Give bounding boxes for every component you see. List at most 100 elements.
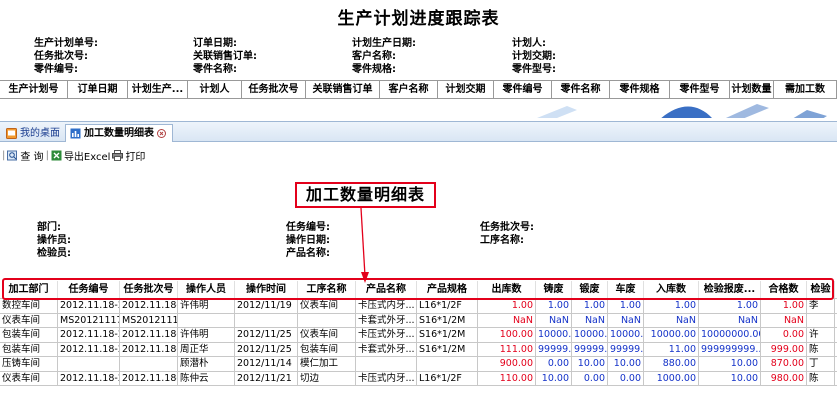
report-col-header[interactable]: 生产计划号 [0, 81, 68, 99]
table-cell: MS20121117... [58, 313, 120, 327]
report-col-header[interactable]: 订单日期 [68, 81, 128, 99]
tab-processing-detail[interactable]: 加工数量明细表 [65, 124, 173, 142]
part-no-label: 零件编号: [34, 64, 78, 75]
detail-col-header[interactable]: 任务批次号 [120, 281, 178, 298]
report-col-header[interactable]: 零件规格 [610, 81, 670, 99]
table-cell: 1.00 [761, 299, 807, 313]
detail-col-header[interactable]: 产品规格 [417, 281, 478, 298]
chart-icon [70, 128, 81, 139]
detail-col-header[interactable]: 出库数 [478, 281, 536, 298]
table-cell: 1.00 [536, 299, 572, 313]
table-cell [417, 357, 478, 371]
table-cell: 880.00 [644, 357, 699, 371]
table-cell: 100.00 [478, 328, 536, 342]
close-icon[interactable] [157, 129, 166, 138]
detail-col-header[interactable]: 车废 [608, 281, 644, 298]
tab-label: 我的桌面 [20, 127, 60, 139]
detail-col-header[interactable]: 检验 [807, 281, 835, 298]
report-col-header[interactable]: 零件型号 [670, 81, 730, 99]
table-cell: 2012/11/21 [235, 371, 298, 385]
table-cell: 99999... [574, 342, 608, 356]
dept-label: 部门: [37, 222, 61, 233]
table-cell: 周正华 [178, 342, 235, 356]
query-button[interactable]: 查 询 [7, 148, 44, 163]
table-row[interactable]: 数控车间2012.11.18-202012.11.18-2...许伟明2012/… [0, 299, 837, 314]
report-col-header[interactable]: 计划交期 [438, 81, 494, 99]
export-excel-button[interactable]: 导出Excel [51, 148, 111, 163]
table-cell: 2012/11/14 [235, 357, 298, 371]
table-cell: 0.00 [536, 357, 572, 371]
export-label: 导出Excel [63, 151, 111, 163]
table-cell: 卡压式内牙... [356, 299, 417, 313]
detail-col-header[interactable]: 任务编号 [58, 281, 120, 298]
print-button[interactable]: 打印 [112, 148, 145, 163]
table-cell: 数控车间 [0, 299, 58, 313]
table-cell: 980.00 [761, 371, 807, 385]
process-name-label: 工序名称: [480, 235, 524, 246]
annotation-arrow [360, 207, 369, 283]
report-col-header[interactable]: 计划数量 [730, 81, 774, 99]
report-col-header[interactable]: 零件编号 [494, 81, 552, 99]
query-label: 查 询 [20, 151, 44, 163]
table-cell [178, 313, 235, 327]
table-row[interactable]: 压铸车间 顾潜朴 2012/11/14 模仁加工 900.00 0.00 10.00 10.0… [0, 357, 837, 372]
table-cell: NaN [699, 313, 761, 327]
detail-col-header[interactable]: 锻废 [572, 281, 608, 298]
table-cell: 10000... [538, 328, 572, 342]
table-cell: 压铸车间 [0, 357, 58, 371]
detail-col-header[interactable]: 入库数 [644, 281, 699, 298]
report-col-header[interactable]: 计划人 [188, 81, 242, 99]
table-row[interactable]: 包装车间2012.11.18-202012.11.18-2...许伟明2012/… [0, 328, 837, 343]
report-col-header[interactable]: 计划生产... [128, 81, 188, 99]
table-row[interactable]: 仪表车间2012.11.18-202012.11.18-2...陈仲云2012/… [0, 371, 837, 386]
table-cell: 许伟明 [178, 299, 235, 313]
detail-col-header[interactable]: 加工部门 [0, 281, 58, 298]
table-cell: 2012.11.18-20 [58, 371, 120, 385]
table-cell: 99999... [610, 342, 644, 356]
table-row[interactable]: 仪表车间MS20121117...MS20121117...卡套式外牙...S1… [0, 313, 837, 328]
report-title: 生产计划进度跟踪表 [337, 9, 500, 29]
table-cell: 李 [807, 299, 835, 313]
tab-label: 加工数量明细表 [84, 128, 154, 139]
table-cell: 陈仲云 [178, 371, 235, 385]
toolbar-separator: | [45, 149, 49, 161]
table-cell [235, 313, 298, 327]
detail-col-header[interactable]: 合格数 [761, 281, 807, 298]
report-col-header[interactable]: 客户名称 [380, 81, 438, 99]
table-cell: 2012.11.18-20 [58, 342, 120, 356]
task-batch-label: 任务批次号: [480, 222, 534, 233]
search-icon [7, 150, 18, 160]
table-cell: 包装车间 [0, 342, 58, 356]
table-cell: 2012.11.18-20 [58, 328, 120, 342]
detail-col-header[interactable]: 铸废 [536, 281, 572, 298]
table-cell: 110.00 [478, 371, 536, 385]
detail-col-header[interactable]: 工序名称 [298, 281, 356, 298]
printer-icon [112, 149, 124, 161]
table-cell: NaN [608, 313, 644, 327]
detail-col-header[interactable]: 操作人员 [178, 281, 235, 298]
report-col-header[interactable]: 关联销售订单 [306, 81, 380, 99]
table-cell: 2012/11/25 [235, 342, 298, 356]
table-cell: NaN [761, 313, 807, 327]
toolbar: | 查 询 | 导出Excel 打印 [0, 144, 837, 166]
table-cell: L16*1/2F [417, 371, 478, 385]
table-cell: 模仁加工 [298, 357, 356, 371]
table-cell: 11.00 [644, 342, 699, 356]
table-cell: 1.00 [478, 299, 536, 313]
detail-col-header[interactable]: 产品名称 [356, 281, 417, 298]
table-cell: 10.00 [536, 371, 572, 385]
report-col-header[interactable]: 任务批次号 [242, 81, 306, 99]
report-col-header[interactable]: 零件名称 [552, 81, 610, 99]
report-col-header[interactable]: 需加工数 [774, 81, 837, 99]
detail-col-header[interactable]: 检验报废... [699, 281, 761, 298]
detail-col-header[interactable]: 操作时间 [235, 281, 298, 298]
table-cell: 切边 [298, 371, 356, 385]
tab-strip: 我的桌面 加工数量明细表 [0, 121, 837, 142]
tab-my-desktop[interactable]: 我的桌面 [2, 124, 66, 142]
customer-label: 客户名称: [352, 51, 396, 62]
table-cell: L16*1/2F [417, 299, 478, 313]
part-spec-label: 零件规格: [352, 64, 396, 75]
table-row[interactable]: 包装车间2012.11.18-202012.11.18-2...周正华2012/… [0, 342, 837, 357]
table-cell: 卡压式内牙... [356, 371, 417, 385]
operator-label: 操作员: [37, 235, 71, 246]
